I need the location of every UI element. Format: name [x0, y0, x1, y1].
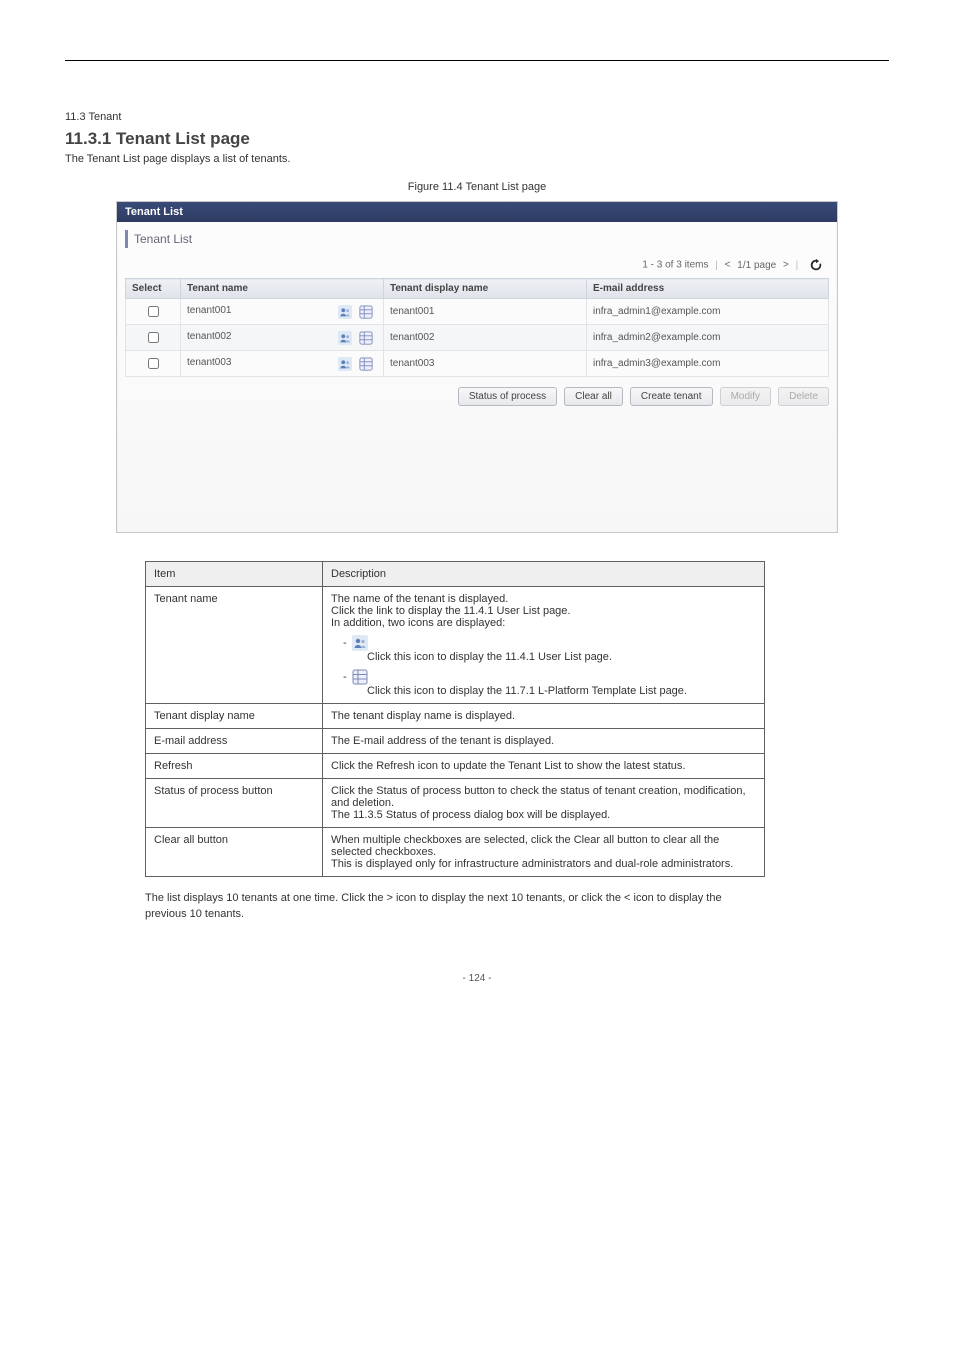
delete-button: Delete [778, 387, 829, 406]
users-icon[interactable] [338, 357, 352, 371]
ref-item: Status of process button [146, 779, 323, 828]
panel-subhead: Tenant List [125, 230, 198, 248]
tenant-name-link[interactable]: tenant001 [187, 305, 232, 316]
clear-all-button[interactable]: Clear all [564, 387, 623, 406]
table-row: Tenant name The name of the tenant is di… [146, 587, 765, 704]
templates-icon[interactable] [359, 357, 373, 371]
tenant-email: infra_admin3@example.com [587, 351, 829, 377]
pager: 1 - 3 of 3 items | < 1/1 page > | [125, 254, 829, 278]
section-number: 11.3 Tenant [65, 111, 889, 123]
ref-item: Tenant name [146, 587, 323, 704]
tenant-email: infra_admin2@example.com [587, 325, 829, 351]
tenant-display: tenant001 [384, 299, 587, 325]
row-checkbox[interactable] [148, 358, 159, 369]
tenant-email: infra_admin1@example.com [587, 299, 829, 325]
ref-desc: The E-mail address of the tenant is disp… [323, 729, 765, 754]
ref-item: E-mail address [146, 729, 323, 754]
after-paragraph: The list displays 10 tenants at one time… [145, 891, 765, 923]
col-select: Select [126, 279, 181, 299]
table-row: Tenant display name The tenant display n… [146, 704, 765, 729]
pager-page-text: 1/1 page [737, 260, 776, 271]
tenant-display: tenant002 [384, 325, 587, 351]
pager-next[interactable]: > [783, 260, 789, 271]
pager-prev[interactable]: < [725, 260, 731, 271]
ref-col-item: Item [146, 562, 323, 587]
ref-desc: When multiple checkboxes are selected, c… [323, 828, 765, 877]
row-checkbox[interactable] [148, 306, 159, 317]
templates-icon[interactable] [359, 331, 373, 345]
refresh-icon[interactable] [809, 258, 823, 272]
page-description: The Tenant List page displays a list of … [65, 153, 889, 165]
modify-button: Modify [720, 387, 771, 406]
ref-desc: Click the Status of process button to ch… [323, 779, 765, 828]
create-tenant-button[interactable]: Create tenant [630, 387, 713, 406]
figure-caption: Figure 11.4 Tenant List page [65, 181, 889, 193]
ref-desc: The name of the tenant is displayed. Cli… [323, 587, 765, 704]
col-display-name: Tenant display name [384, 279, 587, 299]
users-icon[interactable] [338, 305, 352, 319]
templates-icon [352, 669, 368, 685]
page-footer: - 124 - [65, 973, 889, 984]
ref-item: Refresh [146, 754, 323, 779]
col-tenant-name: Tenant name [181, 279, 384, 299]
tenant-table: Select Tenant name Tenant display name E… [125, 278, 829, 377]
page-heading: 11.3.1 Tenant List page [65, 129, 889, 149]
table-row: tenant001 tenant001 infra_admin1@example… [126, 299, 829, 325]
table-row: Clear all button When multiple checkboxe… [146, 828, 765, 877]
users-icon [352, 635, 368, 651]
table-row: E-mail address The E-mail address of the… [146, 729, 765, 754]
status-of-process-button[interactable]: Status of process [458, 387, 557, 406]
pager-items-text: 1 - 3 of 3 items [642, 260, 708, 271]
row-checkbox[interactable] [148, 332, 159, 343]
col-email: E-mail address [587, 279, 829, 299]
templates-icon[interactable] [359, 305, 373, 319]
reference-table: Item Description Tenant name The name of… [145, 561, 765, 877]
table-row: Refresh Click the Refresh icon to update… [146, 754, 765, 779]
table-row: Status of process button Click the Statu… [146, 779, 765, 828]
tenant-name-link[interactable]: tenant003 [187, 357, 232, 368]
ref-col-desc: Description [323, 562, 765, 587]
panel-titlebar: Tenant List [117, 202, 837, 222]
tenant-list-screenshot: Tenant List Tenant List 1 - 3 of 3 items… [116, 201, 838, 533]
ref-desc: Click the Refresh icon to update the Ten… [323, 754, 765, 779]
tenant-display: tenant003 [384, 351, 587, 377]
users-icon[interactable] [338, 331, 352, 345]
ref-desc: The tenant display name is displayed. [323, 704, 765, 729]
table-row: tenant003 tenant003 infra_admin3@example… [126, 351, 829, 377]
table-row: tenant002 tenant002 infra_admin2@example… [126, 325, 829, 351]
tenant-name-link[interactable]: tenant002 [187, 331, 232, 342]
ref-item: Clear all button [146, 828, 323, 877]
ref-item: Tenant display name [146, 704, 323, 729]
